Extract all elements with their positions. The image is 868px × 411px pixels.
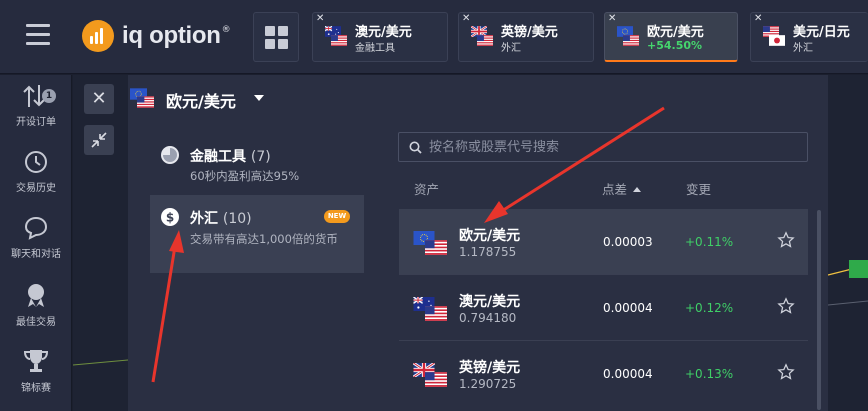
category-forex[interactable]: $ 外汇 (10) NEW 交易带有高达1,000倍的货币 (150, 195, 364, 273)
asset-row-aud-usd[interactable]: 澳元/美元 0.794180 0.00004 +0.12% (399, 275, 808, 341)
flag-eur-usd-icon (413, 231, 447, 255)
panel-title: 欧元/美元 (166, 92, 236, 111)
pie-chart-icon (161, 146, 179, 164)
category-description: 交易带有高达1,000倍的货币 (190, 232, 338, 246)
asset-price: 1.290725 (459, 377, 517, 391)
column-asset[interactable]: 资产 (414, 179, 439, 198)
menu-icon[interactable] (26, 24, 50, 46)
column-spread[interactable]: 点差 (602, 179, 642, 198)
close-tab-icon[interactable]: ✕ (462, 13, 470, 24)
flag-gbp-usd-icon (413, 363, 447, 387)
asset-price: 0.794180 (459, 311, 517, 325)
clock-icon (25, 151, 47, 173)
asset-name: 英镑/美元 (459, 360, 521, 376)
tab-title: 英镑/美元 (501, 25, 558, 40)
left-sidebar: 1 开设订单 交易历史 聊天和对话 最佳交易 锦标赛 (0, 75, 72, 411)
tab-usd-jpy[interactable]: ✕ 美元/日元 外汇 (750, 12, 868, 62)
tab-subtitle: 外汇 (793, 43, 813, 54)
flag-gbp-usd-icon (471, 26, 493, 46)
list-scrollbar[interactable] (817, 210, 821, 410)
asset-change: +0.11% (685, 235, 734, 249)
category-count: (10) (222, 211, 252, 227)
asset-spread: 0.00003 (603, 235, 653, 249)
close-tab-icon[interactable]: ✕ (316, 13, 324, 24)
brand-logo[interactable]: iq option ® (82, 20, 231, 52)
sidebar-item-top-trades[interactable]: 最佳交易 (0, 281, 72, 328)
svg-text:$: $ (166, 211, 174, 225)
tab-profit: +54.50% (647, 39, 703, 52)
asset-change: +0.13% (685, 367, 734, 381)
asset-selector-panel: 欧元/美元 金融工具 (7) 60秒内盈利高达95% $ 外汇 (10) NEW… (128, 75, 828, 411)
column-change[interactable]: 变更 (686, 179, 711, 198)
chat-bubble-icon (24, 216, 48, 240)
new-badge: NEW (324, 210, 350, 223)
star-icon[interactable] (777, 231, 795, 249)
sidebar-item-label: 开设订单 (16, 117, 56, 128)
asset-price: 1.178755 (459, 245, 517, 259)
sidebar-item-history[interactable]: 交易历史 (0, 149, 72, 194)
collapse-button[interactable] (84, 125, 114, 155)
trophy-icon (23, 350, 49, 372)
asset-row-eur-usd[interactable]: 欧元/美元 1.178755 0.00003 +0.11% (399, 209, 808, 275)
flag-eur-usd-icon (130, 88, 154, 108)
search-input[interactable] (429, 137, 789, 157)
flag-aud-usd-icon (413, 297, 447, 321)
medal-icon (28, 284, 44, 307)
asset-spread: 0.00004 (603, 367, 653, 381)
asset-name: 澳元/美元 (459, 294, 521, 310)
category-name: 金融工具 (7) (190, 149, 271, 165)
category-instruments[interactable]: 金融工具 (7) 60秒内盈利高达95% (150, 133, 364, 189)
asset-change: +0.12% (685, 301, 734, 315)
collapse-arrows-icon (91, 132, 107, 148)
sidebar-item-label: 交易历史 (16, 183, 56, 194)
sort-asc-icon (633, 187, 642, 192)
asset-spread: 0.00004 (603, 301, 653, 315)
sidebar-item-chat[interactable]: 聊天和对话 (0, 215, 72, 260)
brand-name: iq option (122, 22, 221, 49)
panel-header[interactable]: 欧元/美元 (128, 75, 828, 121)
sidebar-item-tournaments[interactable]: 锦标赛 (0, 347, 72, 394)
flag-aud-usd-icon (325, 26, 347, 46)
asset-name: 欧元/美元 (459, 228, 521, 244)
tab-title: 美元/日元 (793, 25, 850, 40)
category-count: (7) (250, 149, 271, 165)
sidebar-item-label: 锦标赛 (21, 383, 51, 394)
logo-mark-icon (82, 20, 114, 52)
tab-subtitle: 金融工具 (355, 43, 395, 54)
sidebar-item-open-orders[interactable]: 1 开设订单 (0, 83, 72, 128)
chevron-down-icon[interactable] (254, 95, 264, 101)
orders-count-badge: 1 (42, 89, 56, 103)
sidebar-item-label: 聊天和对话 (11, 249, 61, 260)
tab-title: 欧元/美元 (647, 25, 704, 40)
close-panel-button[interactable]: ✕ (84, 84, 114, 114)
asset-grid-button[interactable] (253, 12, 299, 62)
tab-eur-usd[interactable]: ✕ 欧元/美元 +54.50% (604, 12, 738, 62)
flag-usd-jpy-icon (763, 26, 785, 46)
search-icon (409, 141, 422, 154)
close-tab-icon[interactable]: ✕ (754, 13, 762, 24)
category-name: 外汇 (10) (190, 211, 252, 227)
star-icon[interactable] (777, 297, 795, 315)
brand-reg-mark: ® (221, 25, 231, 35)
close-tab-icon[interactable]: ✕ (608, 13, 616, 24)
asset-row-gbp-usd[interactable]: 英镑/美元 1.290725 0.00004 +0.13% (399, 341, 808, 407)
sidebar-item-label: 最佳交易 (16, 317, 56, 328)
flag-eur-usd-icon (617, 26, 639, 46)
tab-gbp-usd[interactable]: ✕ 英镑/美元 外汇 (458, 12, 594, 62)
dollar-icon: $ (161, 208, 179, 226)
category-description: 60秒内盈利高达95% (190, 169, 300, 183)
tab-subtitle: 外汇 (501, 43, 521, 54)
star-icon[interactable] (777, 363, 795, 381)
top-bar: iq option ® ✕ 澳元/美元 金融工具 ✕ 英镑/美元 外汇 ✕ 欧元… (0, 0, 868, 74)
tab-title: 澳元/美元 (355, 25, 412, 40)
search-box[interactable] (398, 132, 808, 162)
tab-aud-usd[interactable]: ✕ 澳元/美元 金融工具 (312, 12, 448, 62)
